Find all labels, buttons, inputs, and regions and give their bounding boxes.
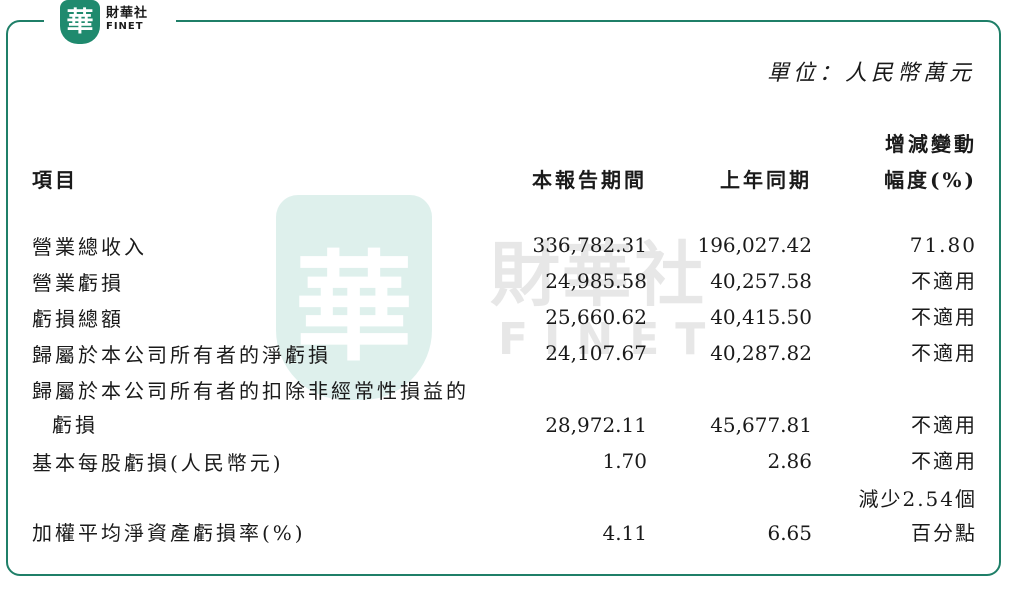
row-previous: 45,677.81 <box>710 413 812 437</box>
logo-name-cn: 財華社 <box>106 6 149 21</box>
table-row: 營業虧損 24,985.58 40,257.58 不適用 <box>0 262 1009 298</box>
row-label-line1: 歸屬於本公司所有者的扣除非經常性損益的 <box>32 379 469 403</box>
header-previous-period: 上年同期 <box>720 168 812 192</box>
header-item: 項目 <box>32 168 78 192</box>
row-change: 71.80 <box>909 233 977 257</box>
row-label: 虧損總額 <box>32 307 124 331</box>
row-current: 336,782.31 <box>532 233 647 257</box>
unit-label: 單位：人民幣萬元 <box>766 61 975 86</box>
row-current: 25,660.62 <box>545 305 647 329</box>
row-current: 24,107.67 <box>545 341 647 365</box>
finet-logo-icon: 華 <box>60 0 100 44</box>
row-change: 不適用 <box>911 305 977 329</box>
row-change-line1: 減少2.54個 <box>858 487 977 511</box>
header-current-period: 本報告期間 <box>532 168 647 192</box>
row-change: 不適用 <box>911 269 977 293</box>
row-previous: 196,027.42 <box>697 233 812 257</box>
table-row: 歸屬於本公司所有者的淨虧損 24,107.67 40,287.82 不適用 <box>0 334 1009 370</box>
row-change: 不適用 <box>911 413 977 437</box>
row-previous: 40,257.58 <box>710 269 812 293</box>
finet-logo-text: 財華社 FINET <box>106 6 148 33</box>
row-previous: 40,287.82 <box>710 341 812 365</box>
row-current: 24,985.58 <box>545 269 647 293</box>
row-label: 營業總收入 <box>32 235 147 259</box>
row-change-line2: 百分點 <box>911 521 977 545</box>
table-row: 加權平均淨資產虧損率(%) 4.11 6.65 減少2.54個 百分點 <box>0 478 1009 550</box>
row-previous: 40,415.50 <box>710 305 812 329</box>
row-previous: 2.86 <box>767 449 812 473</box>
row-label: 基本每股虧損(人民幣元) <box>32 451 284 475</box>
row-label: 歸屬於本公司所有者的淨虧損 <box>32 343 331 367</box>
row-current: 28,972.11 <box>545 413 647 437</box>
row-label: 歸屬於本公司所有者的扣除非經常性損益的 虧損 <box>32 374 469 442</box>
header-change-line2: 幅度(%) <box>884 168 977 192</box>
row-current: 1.70 <box>602 449 647 473</box>
row-current: 4.11 <box>602 521 647 545</box>
logo-name-en: FINET <box>106 21 144 32</box>
row-change: 減少2.54個 百分點 <box>858 482 977 550</box>
header-change-line1: 增減變動 <box>885 132 977 156</box>
row-change: 不適用 <box>911 449 977 473</box>
row-label: 加權平均淨資產虧損率(%) <box>32 521 306 545</box>
row-label: 營業虧損 <box>32 271 124 295</box>
table-row: 基本每股虧損(人民幣元) 1.70 2.86 不適用 <box>0 442 1009 478</box>
results-table: 營業總收入 336,782.31 196,027.42 71.80 營業虧損 2… <box>0 226 1009 550</box>
table-row: 歸屬於本公司所有者的扣除非經常性損益的 虧損 28,972.11 45,677.… <box>0 370 1009 442</box>
table-row: 營業總收入 336,782.31 196,027.42 71.80 <box>0 226 1009 262</box>
table-row: 虧損總額 25,660.62 40,415.50 不適用 <box>0 298 1009 334</box>
row-change: 不適用 <box>911 341 977 365</box>
row-label-line2: 虧損 <box>52 413 98 437</box>
row-previous: 6.65 <box>767 521 812 545</box>
